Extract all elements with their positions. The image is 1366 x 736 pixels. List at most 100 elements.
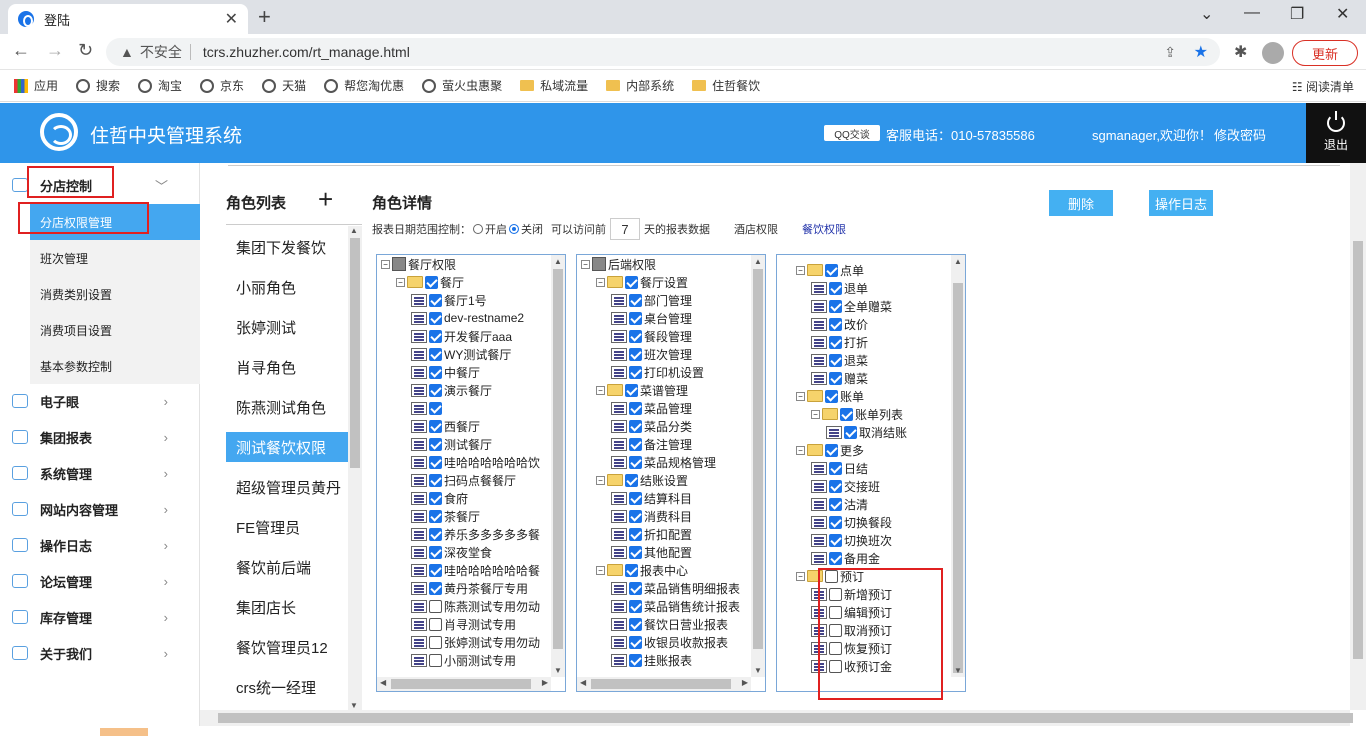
sidebar-group-3[interactable]: 集团报表 › [0, 419, 200, 455]
role-item[interactable]: 张婷测试 [226, 312, 350, 342]
role-item[interactable]: 肖寻角色 [226, 352, 350, 382]
tree-node[interactable]: 备注管理 [611, 435, 692, 453]
tree-node[interactable]: − 账单列表 [811, 405, 903, 423]
tree-node[interactable]: 中餐厅 [411, 363, 480, 381]
tree-vertical-scrollbar[interactable]: ▲ ▼ [951, 255, 965, 677]
tree-node[interactable]: − 餐厅设置 [596, 273, 688, 291]
tree-node[interactable]: − 报表中心 [596, 561, 688, 579]
permission-checkbox[interactable] [429, 563, 442, 577]
permission-checkbox[interactable] [840, 407, 853, 421]
tree-node[interactable]: 哇哈哈哈哈哈哈餐 [411, 561, 540, 579]
permission-checkbox[interactable] [829, 551, 842, 565]
permission-checkbox[interactable] [629, 455, 642, 469]
tree-node[interactable]: 餐饮日营业报表 [611, 615, 728, 633]
permission-checkbox[interactable] [429, 545, 442, 559]
maximize-icon[interactable]: ❐ [1290, 4, 1304, 24]
collapse-toggle-icon[interactable]: − [596, 565, 605, 575]
permission-checkbox[interactable] [429, 329, 442, 343]
sidebar-group-9[interactable]: 关于我们 › [0, 635, 200, 671]
collapse-toggle-icon[interactable]: − [796, 391, 805, 401]
page-horizontal-scrollbar[interactable] [200, 710, 1353, 726]
permission-checkbox[interactable] [829, 317, 842, 331]
bookmark-item[interactable]: 内部系统 [606, 77, 674, 94]
collapse-toggle-icon[interactable]: − [596, 385, 605, 395]
permission-checkbox[interactable] [629, 491, 642, 505]
collapse-toggle-icon[interactable]: − [581, 259, 590, 269]
tree-node[interactable]: dev-restname2 [411, 309, 524, 327]
tree-node[interactable]: 桌台管理 [611, 309, 692, 327]
permission-checkbox[interactable] [429, 635, 442, 649]
tree-node[interactable]: − 账单 [796, 387, 864, 405]
tree-vertical-scrollbar[interactable]: ▲ ▼ [751, 255, 765, 677]
sidebar-group-8[interactable]: 库存管理 › [0, 599, 200, 635]
tree-node[interactable]: WY测试餐厅 [411, 345, 511, 363]
permission-checkbox[interactable] [429, 527, 442, 541]
days-input[interactable]: 7 [610, 218, 640, 240]
operation-log-button[interactable]: 操作日志 [1149, 190, 1213, 216]
permission-checkbox[interactable] [629, 437, 642, 451]
scroll-up-icon[interactable]: ▲ [954, 257, 962, 266]
permission-checkbox[interactable] [629, 635, 642, 649]
tree-horizontal-scrollbar[interactable]: ◀ ▶ [577, 677, 751, 691]
permission-checkbox[interactable] [429, 509, 442, 523]
tree-node[interactable]: 打印机设置 [611, 363, 704, 381]
permission-checkbox[interactable] [429, 653, 442, 667]
hotel-permission-tab[interactable]: 酒店权限 [734, 221, 778, 237]
sidebar-sub-item[interactable]: 基本参数控制 [30, 348, 200, 384]
permission-checkbox[interactable] [625, 473, 638, 487]
sidebar-group-6[interactable]: 操作日志 › [0, 527, 200, 563]
permission-checkbox[interactable] [829, 335, 842, 349]
tree-node[interactable]: 退单 [811, 279, 868, 297]
permission-checkbox[interactable] [629, 329, 642, 343]
range-on-radio[interactable] [473, 224, 483, 234]
tree-node[interactable]: 全单赠菜 [811, 297, 892, 315]
scroll-up-icon[interactable]: ▲ [554, 257, 562, 266]
tree-node[interactable]: 黄丹茶餐厅专用 [411, 579, 528, 597]
reading-list-button[interactable]: ☷ 阅读清单 [1292, 78, 1354, 95]
scroll-thumb[interactable] [218, 713, 1353, 723]
collapse-toggle-icon[interactable]: − [596, 475, 605, 485]
scroll-up-icon[interactable]: ▲ [350, 226, 358, 235]
permission-checkbox[interactable] [629, 527, 642, 541]
tree-node[interactable]: − 餐厅 [396, 273, 464, 291]
bookmark-star-icon[interactable]: ★ [1194, 42, 1208, 62]
tree-node[interactable]: 交接班 [811, 477, 880, 495]
tree-node[interactable]: 菜品规格管理 [611, 453, 716, 471]
tree-node[interactable]: − 菜谱管理 [596, 381, 688, 399]
permission-checkbox[interactable] [629, 311, 642, 325]
tree-node[interactable]: 折扣配置 [611, 525, 692, 543]
tree-node[interactable]: 切换餐段 [811, 513, 892, 531]
scroll-down-icon[interactable]: ▼ [554, 666, 562, 675]
forward-icon[interactable]: → [46, 40, 64, 61]
collapse-toggle-icon[interactable]: − [396, 277, 405, 287]
role-item[interactable]: 测试餐饮权限 [226, 432, 350, 462]
permission-checkbox[interactable] [429, 455, 442, 469]
permission-checkbox[interactable] [429, 491, 442, 505]
permission-checkbox[interactable] [429, 311, 442, 325]
permission-checkbox[interactable] [829, 299, 842, 313]
tree-node[interactable]: 结算科目 [611, 489, 692, 507]
tree-node[interactable]: 哇哈哈哈哈哈哈饮 [411, 453, 540, 471]
scroll-right-icon[interactable]: ▶ [542, 678, 548, 687]
tree-node[interactable]: 小丽测试专用 [411, 651, 516, 669]
permission-checkbox[interactable] [429, 401, 442, 415]
collapse-toggle-icon[interactable]: − [796, 571, 805, 581]
scroll-thumb[interactable] [350, 238, 360, 468]
permission-checkbox[interactable] [625, 383, 638, 397]
permission-checkbox[interactable] [829, 371, 842, 385]
role-item[interactable]: 集团店长 [226, 592, 350, 622]
permission-checkbox[interactable] [629, 653, 642, 667]
scroll-left-icon[interactable]: ◀ [380, 678, 386, 687]
permission-checkbox[interactable] [629, 347, 642, 361]
profile-avatar-icon[interactable] [1262, 42, 1284, 64]
tree-node[interactable]: 退菜 [811, 351, 868, 369]
scroll-thumb[interactable] [591, 679, 731, 689]
scroll-thumb[interactable] [753, 269, 763, 649]
page-vertical-scrollbar[interactable] [1350, 163, 1366, 710]
tree-node[interactable]: 菜品管理 [611, 399, 692, 417]
tree-node[interactable]: 沽清 [811, 495, 868, 513]
permission-checkbox[interactable] [825, 443, 838, 457]
permission-checkbox[interactable] [429, 347, 442, 361]
tree-node[interactable]: − 餐厅权限 [381, 255, 456, 273]
permission-checkbox[interactable] [629, 419, 642, 433]
